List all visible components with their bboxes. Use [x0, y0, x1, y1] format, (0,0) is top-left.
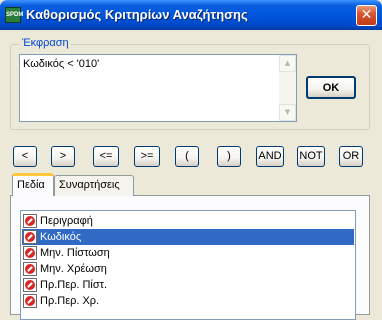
expression-scrollbar[interactable]: ▲ ▼	[279, 55, 296, 121]
operator-greater-equal-button[interactable]: >=	[134, 146, 160, 167]
expression-group-label: Έκφραση	[20, 37, 71, 49]
list-item[interactable]: Κωδικός	[22, 229, 354, 245]
operator-greater-than-button[interactable]: >	[51, 146, 75, 167]
fields-listbox[interactable]: Περιγραφή Κωδικός Μην. Πίστωση Μην. Χρέω…	[20, 210, 356, 320]
list-item-label: Μην. Χρέωση	[40, 263, 107, 275]
operator-and-button[interactable]: AND	[256, 146, 284, 167]
operator-or-button[interactable]: OR	[339, 146, 363, 167]
tab-fields[interactable]: Πεδία	[12, 173, 54, 196]
tab-panel-fields: Περιγραφή Κωδικός Μην. Πίστωση Μην. Χρέω…	[10, 195, 370, 320]
field-icon	[23, 214, 37, 228]
tab-functions[interactable]: Συναρτήσεις	[54, 175, 134, 196]
app-icon: SPDM	[5, 7, 23, 23]
list-item-label: Πρ.Περ. Πίστ.	[40, 279, 108, 291]
field-icon	[23, 262, 37, 276]
close-button[interactable]: ✕	[356, 5, 377, 26]
field-icon	[23, 230, 37, 244]
list-item-label: Πρ.Περ. Χρ.	[40, 295, 100, 307]
operator-open-paren-button[interactable]: (	[175, 146, 199, 167]
list-item[interactable]: Πρ.Περ. Χρ.	[22, 293, 354, 309]
field-icon	[23, 278, 37, 292]
window-title: Καθορισμός Κριτηρίων Αναζήτησης	[26, 7, 248, 22]
operator-less-equal-button[interactable]: <=	[93, 146, 119, 167]
list-item[interactable]: Πρ.Περ. Πίστ.	[22, 277, 354, 293]
list-item[interactable]: Περιγραφή	[22, 213, 354, 229]
scroll-up-arrow-icon[interactable]: ▲	[279, 55, 296, 72]
operator-close-paren-button[interactable]: )	[217, 146, 241, 167]
scroll-down-arrow-icon[interactable]: ▼	[279, 104, 296, 121]
list-item-label: Κωδικός	[40, 231, 82, 243]
field-icon	[23, 294, 37, 308]
expression-text[interactable]: Κωδικός < '010'	[23, 58, 99, 70]
list-item[interactable]: Μην. Πίστωση	[22, 245, 354, 261]
list-item-label: Μην. Πίστωση	[40, 247, 110, 259]
field-icon	[23, 246, 37, 260]
tab-control: Περιγραφή Κωδικός Μην. Πίστωση Μην. Χρέω…	[10, 173, 370, 320]
title-bar[interactable]: SPDM Καθορισμός Κριτηρίων Αναζήτησης ✕	[0, 0, 382, 30]
operator-not-button[interactable]: NOT	[297, 146, 325, 167]
expression-textarea[interactable]: Κωδικός < '010' ▲ ▼	[19, 54, 297, 122]
operator-less-than-button[interactable]: <	[13, 146, 37, 167]
ok-button[interactable]: OK	[306, 76, 356, 99]
list-item-label: Περιγραφή	[40, 215, 93, 227]
list-item[interactable]: Μην. Χρέωση	[22, 261, 354, 277]
